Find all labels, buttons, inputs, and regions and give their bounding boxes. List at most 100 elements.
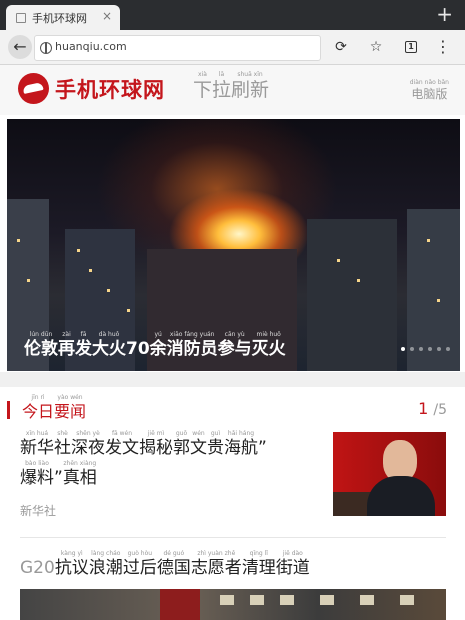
tab-close-icon[interactable]: × (102, 9, 112, 23)
carousel-dot[interactable] (446, 347, 450, 351)
ruby-pinyin: dé guó (163, 550, 185, 557)
browser-tab-strip: 手机环球网 × + (0, 0, 465, 30)
ruby-pinyin: diàn nǎo bǎn (409, 79, 449, 86)
carousel-dot[interactable] (437, 347, 441, 351)
hero-carousel[interactable]: lún dūn 伦敦 zài 再 fā 发 dà huǒ 大火 70 yú 余 xiāo fáng y… (7, 119, 460, 371)
carousel-dot[interactable] (428, 347, 432, 351)
bookmark-star-icon[interactable]: ☆ (365, 36, 387, 58)
ruby-pinyin: kàng yì (60, 550, 83, 557)
news-article[interactable]: G20 kàng yì 抗议 làng cháo 浪潮 guò hòu 过后 dé guó 德国… (20, 550, 310, 578)
ruby-pinyin: cān yù (224, 331, 245, 338)
tab-switcher-button[interactable]: 1 (400, 36, 422, 58)
ruby-pinyin: qīng lǐ (249, 550, 268, 557)
browser-tab[interactable]: 手机环球网 × (6, 5, 120, 30)
new-tab-button[interactable]: + (436, 2, 453, 26)
article-divider (20, 537, 446, 538)
ruby-word: yú 余 (150, 331, 167, 359)
carousel-dot[interactable] (419, 347, 423, 351)
news-pager[interactable]: 1 /5 (418, 399, 447, 418)
ruby-pinyin: shè (57, 430, 68, 437)
ruby-hanzi: 街道 (275, 558, 310, 578)
more-menu-icon[interactable]: ⋮ (432, 36, 454, 58)
back-button[interactable]: ← (8, 35, 32, 59)
ruby-word: guì 贵 (207, 430, 224, 458)
ruby-hanzi: 真相 (62, 468, 97, 488)
ruby-hanzi: 德国 (156, 558, 191, 578)
address-bar[interactable]: huanqiu.com (34, 35, 321, 61)
ruby-word: qīng lǐ 清理 (242, 550, 276, 578)
article-thumbnail[interactable] (333, 432, 446, 516)
ruby-hanzi: 揭秘 (139, 438, 173, 458)
article-title-line1: xīn huá 新华 shè 社 shēn yè 深夜 fā wén 发文 jiē mì 揭秘 gu… (20, 430, 325, 458)
ruby-hanzi: 再 (58, 339, 75, 359)
arrow-left-icon: ← (13, 37, 27, 56)
site-header: 手机环球网 xià 下 lā 拉 shuā xīn 刷新 diàn nǎo bǎn 电脑版 (0, 65, 465, 115)
article-image[interactable] (20, 589, 446, 620)
ruby-hanzi: 志愿者 (190, 558, 242, 578)
page-favicon-icon (16, 13, 26, 23)
ruby-hanzi: 抗议 (54, 558, 89, 578)
ruby-word: dà huǒ 大火 (92, 331, 126, 359)
desktop-version-link[interactable]: diàn nǎo bǎn 电脑版 (410, 79, 449, 102)
section-separator (0, 372, 465, 387)
ruby-pinyin (258, 430, 267, 438)
ruby-pinyin: yào wén (57, 394, 83, 401)
ruby-hanzi: 发文 (105, 438, 139, 458)
ruby-pinyin: guò hòu (127, 550, 153, 557)
ruby-pinyin (20, 550, 55, 558)
ruby-word: lā 拉 (212, 71, 231, 101)
article-source: 新华社 (20, 504, 57, 518)
ruby-word: shēn yè 深夜 (71, 430, 105, 458)
ruby-hanzi: 余 (149, 339, 167, 359)
ruby-pinyin: làng cháo (91, 550, 121, 557)
carousel-dot[interactable] (410, 347, 414, 351)
ruby-pinyin: fā (80, 331, 87, 338)
carousel-dot[interactable] (401, 347, 405, 351)
ruby-pinyin: guì (210, 430, 221, 437)
huanqiu-logo-icon[interactable] (18, 73, 49, 104)
ruby-hanzi: G20 (20, 558, 55, 578)
ruby-hanzi: 过后 (122, 558, 157, 578)
ruby-pinyin: bào liào (25, 460, 49, 467)
ruby-pinyin: zài (62, 331, 71, 338)
ruby-pinyin: miè huǒ (256, 331, 281, 338)
today-news-heading: jīn rì 今日 yào wén 要闻 (22, 394, 86, 422)
ruby-hanzi: 消防员 (166, 339, 218, 359)
ruby-hanzi: 拉 (212, 79, 232, 101)
ruby-word: fā wén 发文 (105, 430, 139, 458)
ruby-hanzi: 清理 (241, 558, 276, 578)
ruby-hanzi: 参与 (217, 339, 252, 359)
ruby-word: kàng yì 抗议 (55, 550, 89, 578)
ruby-pinyin: zhì yuàn zhě (197, 550, 236, 557)
ruby-word: guò hòu 过后 (123, 550, 157, 578)
ruby-word: xià 下 (193, 71, 212, 101)
globe-icon (40, 42, 52, 54)
tab-title: 手机环球网 (32, 12, 87, 25)
pager-total: /5 (433, 402, 447, 418)
ruby-word: jiē mì 揭秘 (139, 430, 173, 458)
ruby-pinyin: jiē mì (147, 430, 165, 437)
desktop-version-label: 电脑版 (411, 87, 448, 101)
ruby-pinyin: jīn rì (31, 394, 45, 401)
ruby-hanzi: ” (54, 468, 63, 488)
hero-caption[interactable]: lún dūn 伦敦 zài 再 fā 发 dà huǒ 大火 70 yú 余 xiāo fáng y… (24, 331, 286, 359)
browser-toolbar: ← huanqiu.com ⟳ ☆ 1 ⋮ (0, 30, 465, 65)
reload-icon[interactable]: ⟳ (330, 36, 352, 58)
ruby-word: xīn huá 新华 (20, 430, 54, 458)
ruby-hanzi: 灭火 (251, 339, 286, 359)
ruby-word: fā 发 (75, 331, 92, 359)
ruby-word: ” (54, 460, 63, 488)
pull-to-refresh-hint: xià 下 lā 拉 shuā xīn 刷新 (193, 71, 269, 101)
ruby-hanzi: 伦敦 (24, 339, 58, 359)
ruby-word: G20 (20, 550, 55, 578)
tab-count: 1 (405, 41, 417, 53)
article-title-line2: bào liào 爆料” zhēn xiàng 真相 (20, 460, 325, 488)
news-article[interactable]: xīn huá 新华 shè 社 shēn yè 深夜 fā wén 发文 jiē mì 揭秘 gu… (20, 430, 325, 518)
ruby-word: shuā xīn 刷新 (231, 71, 269, 101)
address-bar-url[interactable]: huanqiu.com (55, 40, 127, 53)
ruby-hanzi: 下 (193, 79, 213, 101)
ruby-pinyin: xiāo fáng yuán (169, 331, 215, 338)
site-logo-text[interactable]: 手机环球网 (55, 74, 165, 104)
ruby-word: zhēn xiàng 真相 (63, 460, 97, 488)
ruby-pinyin: wén (192, 430, 205, 437)
